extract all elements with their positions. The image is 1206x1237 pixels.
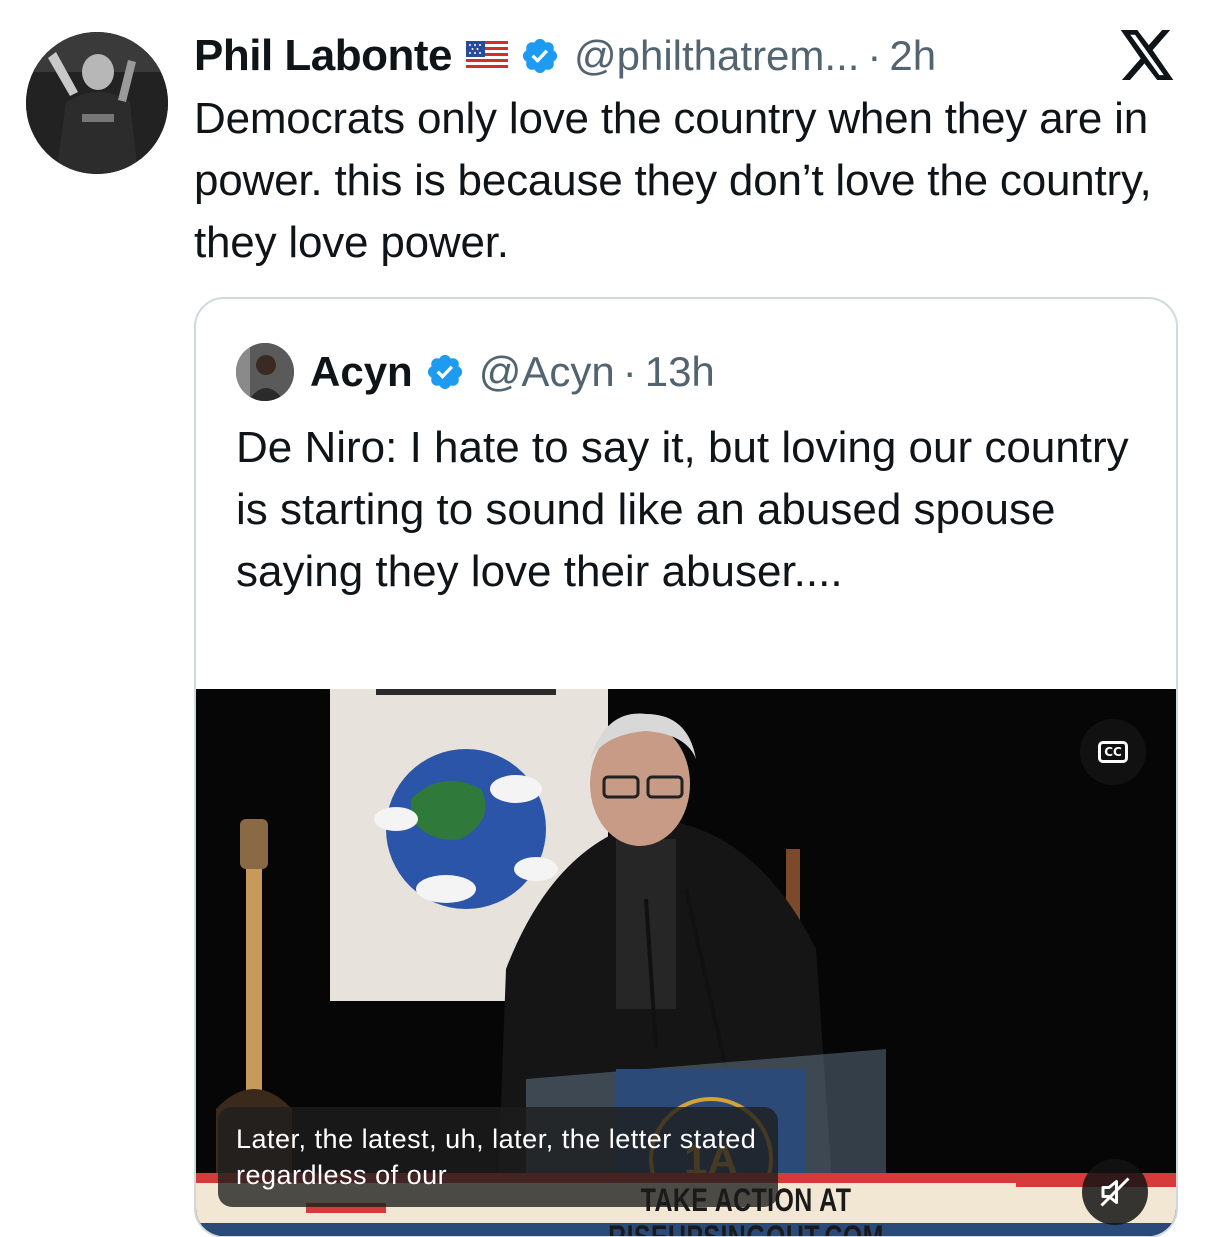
separator-dot: · [622,348,637,395]
quoted-author-name[interactable]: Acyn [310,348,413,396]
author-name[interactable]: Phil Labonte [194,31,453,81]
x-logo-icon [1120,30,1176,80]
quoted-tweet-card[interactable]: Acyn @Acyn · 13h De Niro: I hate to say … [194,297,1178,1237]
mute-button[interactable] [1082,1159,1148,1225]
tweet-text: Democrats only love the country when the… [194,94,1152,267]
author-handle[interactable]: @philthatrem... [574,32,859,80]
tweet-time[interactable]: 2h [889,32,936,80]
quoted-tweet-header: Acyn @Acyn · 13h [236,343,715,401]
speaker-muted-icon [1100,1177,1130,1207]
video-player[interactable]: 1A CC Later, the latest, uh, later, the … [196,689,1176,1237]
quoted-author-avatar[interactable] [236,343,294,401]
verified-badge-icon [425,352,465,392]
verified-badge-icon [520,36,560,76]
us-flag-icon [466,41,508,71]
video-banner-text: TAKE ACTION AT RISEUPSINGOUT.COM [608,1182,884,1237]
author-avatar[interactable] [26,32,168,174]
captions-button[interactable]: CC [1080,719,1146,785]
captions-icon: CC [1098,741,1128,763]
quoted-tweet-text: De Niro: I hate to say it, but loving ou… [236,423,1129,596]
quoted-tweet-time[interactable]: 13h [645,348,715,396]
separator-dot: · [867,32,882,79]
quoted-author-handle[interactable]: @Acyn [479,348,615,396]
tweet-header: Phil Labonte @philthatrem... · 2h [194,28,936,84]
